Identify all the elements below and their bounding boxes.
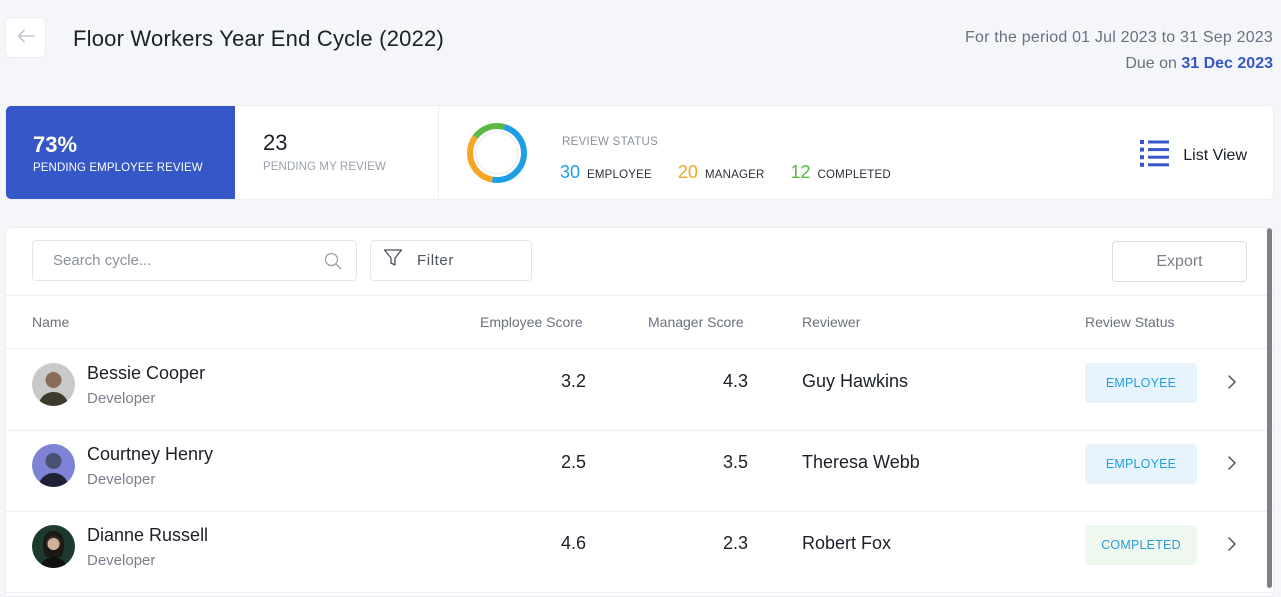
column-review-status[interactable]: Review Status	[1085, 314, 1174, 330]
chevron-right-icon[interactable]	[1227, 536, 1237, 557]
stats-bar: 73% PENDING EMPLOYEE REVIEW 23 PENDING M…	[5, 105, 1274, 200]
due-date-line: Due on 31 Dec 2023	[1125, 55, 1273, 73]
pending-my-review-label: PENDING MY REVIEW	[263, 161, 386, 173]
status-badge: EMPLOYEE	[1085, 444, 1197, 484]
table-header: Name Employee Score Manager Score Review…	[6, 295, 1273, 349]
status-badge: EMPLOYEE	[1085, 363, 1197, 403]
table-row[interactable]: Courtney Henry Developer 2.5 3.5 Theresa…	[6, 431, 1273, 512]
column-reviewer[interactable]: Reviewer	[802, 314, 860, 330]
scrollbar-thumb[interactable]	[1267, 228, 1272, 588]
review-status-manager: 20 MANAGER	[678, 162, 765, 183]
review-status-donut	[467, 123, 527, 183]
funnel-icon	[383, 248, 403, 273]
filter-button[interactable]: Filter	[370, 240, 532, 281]
filter-label: Filter	[417, 252, 454, 269]
manager-score: 2.3	[722, 533, 748, 553]
list-view-label: List View	[1183, 147, 1247, 164]
review-status-legend: 30 EMPLOYEE 20 MANAGER 12 COMPLETED	[560, 162, 917, 183]
pending-employee-review-value: 73%	[33, 132, 78, 157]
employee-name: Bessie Cooper	[87, 363, 206, 383]
manager-count: 20	[677, 162, 698, 182]
column-manager-score[interactable]: Manager Score	[648, 314, 744, 330]
employee-score: 4.6	[560, 533, 586, 553]
employee-role: Developer	[87, 471, 156, 488]
scrollbar[interactable]	[1267, 228, 1272, 596]
table-row[interactable]: Dianne Russell Developer 4.6 2.3 Robert …	[6, 512, 1273, 593]
employee-role: Developer	[87, 390, 156, 407]
employee-score: 3.2	[560, 371, 586, 391]
manager-score: 3.5	[722, 452, 748, 472]
cycle-period: For the period 01 Jul 2023 to 31 Sep 202…	[965, 29, 1273, 46]
avatar	[32, 363, 75, 406]
reviewer-name: Robert Fox	[802, 533, 892, 553]
search-box	[32, 240, 357, 281]
pending-employee-review-label: PENDING EMPLOYEE REVIEW	[33, 162, 203, 174]
pending-my-review-value: 23	[263, 130, 288, 155]
page-title: Floor Workers Year End Cycle (2022)	[73, 26, 444, 51]
arrow-left-icon	[17, 27, 35, 48]
back-button[interactable]	[5, 17, 46, 58]
due-prefix: Due on	[1125, 55, 1177, 72]
pending-my-review-card[interactable]: 23 PENDING MY REVIEW	[235, 106, 439, 199]
manager-score: 4.3	[722, 371, 748, 391]
chevron-right-icon[interactable]	[1227, 455, 1237, 476]
pending-employee-review-card[interactable]: 73% PENDING EMPLOYEE REVIEW	[6, 106, 235, 199]
manager-label: MANAGER	[704, 169, 765, 181]
employee-score: 2.5	[560, 452, 586, 472]
due-date: 31 Dec 2023	[1181, 55, 1273, 72]
search-input[interactable]	[33, 241, 313, 280]
list-icon	[1140, 140, 1170, 172]
avatar	[32, 525, 75, 568]
employee-count: 30	[560, 162, 581, 182]
reviewer-name: Theresa Webb	[802, 452, 920, 472]
column-employee-score[interactable]: Employee Score	[480, 314, 583, 330]
review-status-title: REVIEW STATUS	[562, 136, 659, 148]
review-status-completed: 12 COMPLETED	[790, 162, 890, 183]
review-status-employee: 30 EMPLOYEE	[560, 162, 652, 183]
completed-count: 12	[790, 162, 811, 182]
review-table-panel: Filter Export Name Employee Score Manage…	[5, 227, 1274, 597]
export-button[interactable]: Export	[1112, 241, 1247, 282]
employee-role: Developer	[87, 552, 156, 569]
avatar	[32, 444, 75, 487]
chevron-right-icon[interactable]	[1227, 374, 1237, 395]
employee-name: Courtney Henry	[87, 444, 214, 464]
reviewer-name: Guy Hawkins	[802, 371, 909, 391]
search-icon[interactable]	[324, 252, 342, 275]
status-badge: COMPLETED	[1085, 525, 1197, 565]
employee-label: EMPLOYEE	[587, 169, 652, 181]
column-name[interactable]: Name	[32, 314, 69, 330]
completed-label: COMPLETED	[817, 169, 891, 181]
table-row[interactable]: Bessie Cooper Developer 3.2 4.3 Guy Hawk…	[6, 350, 1273, 431]
list-view-toggle[interactable]: List View	[1140, 140, 1247, 172]
employee-name: Dianne Russell	[87, 525, 209, 545]
